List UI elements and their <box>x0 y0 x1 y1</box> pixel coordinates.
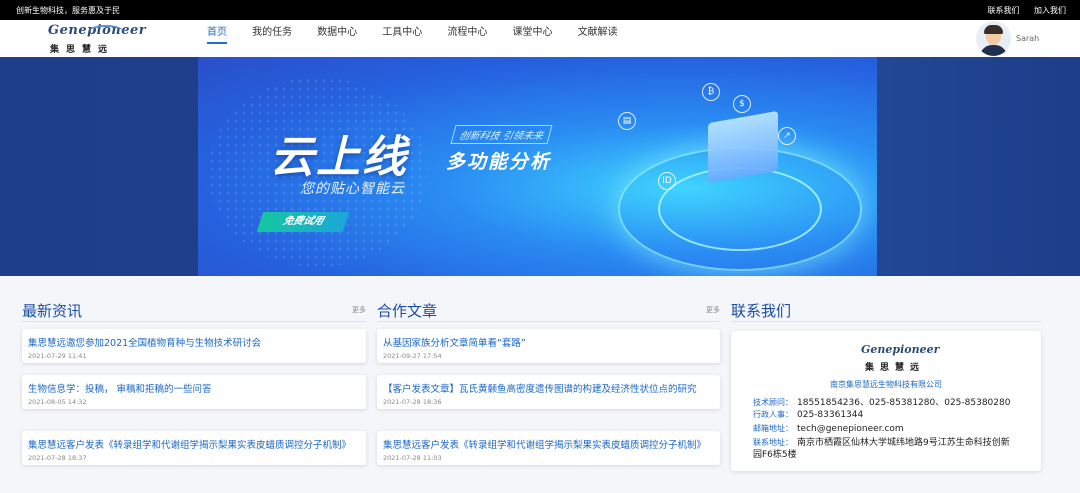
news-item[interactable]: 集思慧远邀您参加2021全国植物育种与生物技术研讨会 2021-07-29 11… <box>22 329 366 363</box>
admin-contact: 行政人事： 025-83361344 <box>753 410 864 420</box>
banner-tag: 创新科技 引领未来 <box>450 125 553 144</box>
nav-item-data-center[interactable]: 数据中心 <box>308 20 366 46</box>
news-item-date: 2021-07-29 11:41 <box>28 352 87 360</box>
news-item-title[interactable]: 集思慧远客户发表《转录组学和代谢组学揭示梨果实表皮蜡质调控分子机制》 <box>28 437 362 451</box>
company-name: 南京集思慧远生物科技有限公司 <box>830 380 942 389</box>
banner-headline: 云上线 <box>270 132 408 183</box>
article-item-date: 2021-09-27 17:54 <box>383 352 442 360</box>
tech-contact: 技术顾问： 18551854236、025-85381280、025-853802… <box>753 398 1011 408</box>
article-item[interactable]: 集思慧远客户发表《转录组学和代谢组学揭示梨果实表皮蜡质调控分子机制》 2021-… <box>377 431 720 465</box>
header: Genepioneer 集思慧远 首页 我的任务 数据中心 工具中心 流程中心 … <box>0 20 1080 58</box>
nav-item-literature[interactable]: 文献解读 <box>569 20 627 46</box>
article-item[interactable]: 从基因家族分析文章简单看“套路” 2021-09-27 17:54 <box>377 329 720 363</box>
news-item[interactable]: 集思慧远客户发表《转录组学和代谢组学揭示梨果实表皮蜡质调控分子机制》 2021-… <box>22 431 366 465</box>
logo-chinese: 集思慧远 <box>50 45 115 55</box>
contact-card: Genepioneer 集思慧远 南京集思慧远生物科技有限公司 技术顾问： 185… <box>731 331 1041 471</box>
banner-subheadline: 多功能分析 <box>446 151 552 173</box>
nav-item-workflow-center[interactable]: 流程中心 <box>438 20 496 46</box>
article-item-date: 2021-07-28 11:03 <box>383 454 442 462</box>
articles-title: 合作文章 <box>377 302 438 320</box>
logo-swoosh-icon <box>88 25 124 39</box>
free-trial-button[interactable]: 免费试用 <box>256 212 350 232</box>
articles-section: 合作文章 更多 从基因家族分析文章简单看“套路” 2021-09-27 17:5… <box>377 297 720 477</box>
main-nav: 首页 我的任务 数据中心 工具中心 流程中心 课堂中心 文献解读 <box>198 20 629 57</box>
divider <box>22 321 366 322</box>
banner-image[interactable]: ₿ ▤ ↗ ID $ 云上线 创新科技 引领未来 多功能分析 您的贴心智能云 免… <box>198 57 877 276</box>
bitcoin-icon: ₿ <box>702 83 720 101</box>
news-item-title[interactable]: 生物信息学：投稿， 审稿和拒稿的一些问答 <box>28 381 362 395</box>
email-contact: 邮箱地址： tech@genepioneer.com <box>753 424 904 434</box>
username: Sarah <box>1016 34 1040 43</box>
news-title: 最新资讯 <box>22 302 83 320</box>
nav-item-my-tasks[interactable]: 我的任务 <box>243 20 301 46</box>
nav-item-tool-center[interactable]: 工具中心 <box>373 20 431 46</box>
slogan: 创新生物科技，服务惠及于民 <box>16 6 120 15</box>
chart-icon: ▤ <box>618 112 636 130</box>
news-more-link[interactable]: 更多 <box>352 305 366 315</box>
id-icon: ID <box>658 172 676 190</box>
dollar-icon: $ <box>733 95 751 113</box>
news-section: 最新资讯 更多 集思慧远邀您参加2021全国植物育种与生物技术研讨会 2021-… <box>22 297 366 477</box>
articles-more-link[interactable]: 更多 <box>706 305 720 315</box>
email-link[interactable]: tech@genepioneer.com <box>797 424 904 434</box>
article-item[interactable]: 【客户发表文章】瓦氏黄颡鱼高密度遗传图谱的构建及经济性状位点的研究 2021-0… <box>377 375 720 409</box>
site-logo[interactable]: Genepioneer 集思慧远 <box>48 23 146 55</box>
news-item-date: 2021-08-05 14:32 <box>28 398 87 406</box>
news-item[interactable]: 生物信息学：投稿， 审稿和拒稿的一些问答 2021-08-05 14:32 <box>22 375 366 409</box>
join-us-link[interactable]: 加入我们 <box>1034 6 1066 15</box>
nav-item-home[interactable]: 首页 <box>198 20 236 46</box>
contact-logo: Genepioneer 集思慧远 <box>861 343 940 373</box>
article-item-title[interactable]: 【客户发表文章】瓦氏黄颡鱼高密度遗传图谱的构建及经济性状位点的研究 <box>383 381 716 395</box>
trend-icon: ↗ <box>778 127 796 145</box>
contact-title: 联系我们 <box>731 302 792 320</box>
contact-section: 联系我们 Genepioneer 集思慧远 南京集思慧远生物科技有限公司 技术顾… <box>731 297 1041 477</box>
article-item-date: 2021-07-28 18:36 <box>383 398 442 406</box>
avatar[interactable] <box>976 21 1011 56</box>
address-contact: 联系地址： 南京市栖霞区仙林大学城纬地路9号江苏生命科技创新园F6栋5楼 <box>753 438 1010 460</box>
article-item-title[interactable]: 集思慧远客户发表《转录组学和代谢组学揭示梨果实表皮蜡质调控分子机制》 <box>383 437 716 451</box>
divider <box>377 321 720 322</box>
data-cube-decoration <box>708 110 778 184</box>
nav-item-classroom-center[interactable]: 课堂中心 <box>503 20 561 46</box>
contact-us-link[interactable]: 联系我们 <box>987 6 1019 15</box>
banner-tagline: 您的贴心智能云 <box>300 181 405 197</box>
hero-banner: ₿ ▤ ↗ ID $ 云上线 创新科技 引领未来 多功能分析 您的贴心智能云 免… <box>0 57 1080 276</box>
news-item-date: 2021-07-28 18:37 <box>28 454 87 462</box>
article-item-title[interactable]: 从基因家族分析文章简单看“套路” <box>383 335 716 349</box>
top-links: 联系我们 加入我们 <box>975 5 1066 16</box>
user-menu[interactable]: Sarah <box>976 21 1046 57</box>
divider <box>731 321 1041 322</box>
news-item-title[interactable]: 集思慧远邀您参加2021全国植物育种与生物技术研讨会 <box>28 335 362 349</box>
top-bar: 创新生物科技，服务惠及于民 联系我们 加入我们 <box>0 0 1080 20</box>
